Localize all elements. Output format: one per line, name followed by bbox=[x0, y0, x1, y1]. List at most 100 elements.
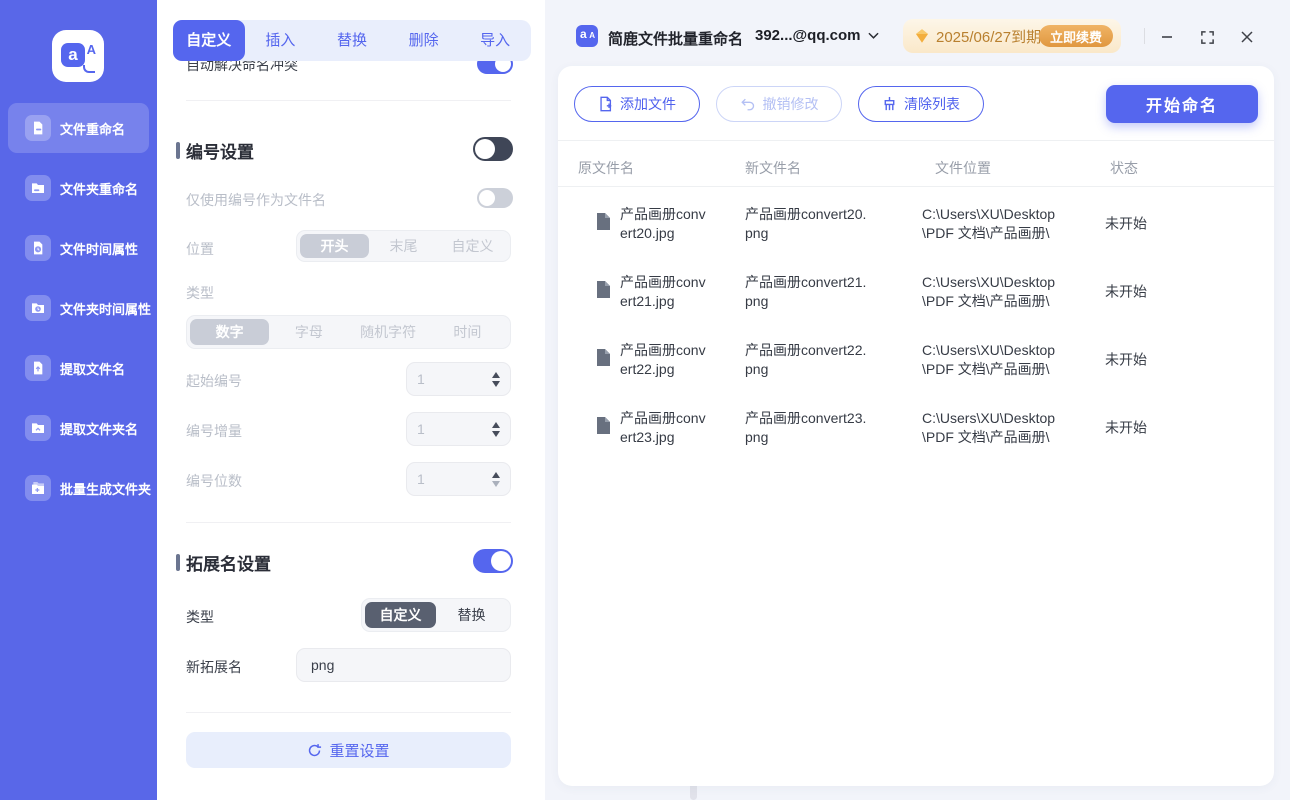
maximize-button[interactable] bbox=[1197, 27, 1217, 47]
sidebar-item-extract-filename[interactable]: 提取文件名 bbox=[8, 343, 149, 393]
titlebar: aA 简鹿文件批量重命名 392...@qq.com 2025/06/27到期 … bbox=[545, 0, 1290, 66]
clear-list-icon bbox=[884, 96, 895, 111]
position-label: 位置 bbox=[186, 241, 214, 257]
titlebar-app-icon: aA bbox=[576, 25, 598, 47]
header-file-location: 文件位置 bbox=[935, 160, 991, 176]
extract-filename-icon bbox=[25, 355, 51, 381]
add-files-label: 添加文件 bbox=[620, 96, 676, 112]
extension-toggle[interactable] bbox=[473, 549, 513, 573]
reset-icon bbox=[309, 743, 322, 756]
original-filename: 产品画册conv ert23.jpg bbox=[620, 410, 706, 445]
table-row[interactable]: 产品画册conv ert21.jpg 产品画册convert21. png C:… bbox=[558, 258, 1274, 326]
file-location: C:\Users\XU\Desktop \PDF 文档\产品画册\ bbox=[922, 410, 1056, 445]
app-title: 简鹿文件批量重命名 bbox=[608, 31, 744, 48]
chevron-down-icon bbox=[867, 32, 879, 39]
ext-option-replace[interactable]: 替换 bbox=[436, 602, 507, 628]
status-text: 未开始 bbox=[1105, 419, 1147, 436]
batch-create-folder-icon bbox=[25, 475, 51, 501]
status-text: 未开始 bbox=[1105, 215, 1147, 232]
header-original-filename: 原文件名 bbox=[578, 160, 634, 176]
tab-delete[interactable]: 删除 bbox=[388, 20, 460, 61]
original-filename: 产品画册conv ert20.jpg bbox=[620, 206, 706, 241]
table-row[interactable]: 产品画册conv ert23.jpg 产品画册convert23. png C:… bbox=[558, 394, 1274, 462]
sidebar-item-batch-create-folder[interactable]: 批量生成文件夹 bbox=[8, 463, 152, 513]
stepper-arrows-icon[interactable] bbox=[492, 471, 500, 487]
tab-insert[interactable]: 插入 bbox=[245, 20, 317, 61]
minimize-button[interactable] bbox=[1157, 27, 1177, 47]
original-filename: 产品画册conv ert22.jpg bbox=[620, 342, 706, 377]
minimize-icon bbox=[1162, 36, 1172, 38]
new-extension-input[interactable] bbox=[297, 649, 510, 681]
divider bbox=[186, 100, 511, 101]
settings-panel: 自定义 插入 替换 删除 导入 自动解决命名冲突 编号设置 仅使用编号作为文件名… bbox=[157, 0, 697, 800]
table-row[interactable]: 产品画册conv ert20.jpg 产品画册convert20. png C:… bbox=[558, 190, 1274, 258]
increment-input[interactable] bbox=[417, 421, 477, 437]
sidebar-item-folder-rename[interactable]: 文件夹重命名 bbox=[8, 163, 149, 213]
auto-conflict-toggle[interactable] bbox=[477, 61, 513, 74]
digits-input[interactable] bbox=[417, 471, 477, 487]
numbering-section-title: 编号设置 bbox=[186, 143, 254, 162]
clear-list-button[interactable]: 清除列表 bbox=[858, 86, 984, 122]
position-option-custom[interactable]: 自定义 bbox=[438, 234, 507, 258]
sidebar-item-file-rename[interactable]: 文件重命名 bbox=[8, 103, 149, 153]
renew-button[interactable]: 立即续费 bbox=[1038, 25, 1113, 47]
file-icon bbox=[596, 281, 610, 303]
position-option-start[interactable]: 开头 bbox=[300, 234, 369, 258]
ext-option-custom[interactable]: 自定义 bbox=[365, 602, 436, 628]
only-number-label: 仅使用编号作为文件名 bbox=[186, 192, 326, 208]
number-type-segmented-control: 数字 字母 随机字符 时间 bbox=[186, 315, 511, 349]
original-filename: 产品画册conv ert21.jpg bbox=[620, 274, 706, 309]
sidebar-item-file-time[interactable]: 文件时间属性 bbox=[8, 223, 149, 273]
stepper-arrows-icon[interactable] bbox=[492, 421, 500, 437]
expiry-label: 2025/06/27到期 bbox=[936, 28, 1042, 46]
titlebar-divider bbox=[1144, 28, 1145, 44]
type-option-time[interactable]: 时间 bbox=[428, 319, 507, 345]
settings-tabs: 自定义 插入 替换 删除 导入 bbox=[173, 20, 531, 61]
position-option-end[interactable]: 末尾 bbox=[369, 234, 438, 258]
account-label: 392...@qq.com bbox=[755, 27, 861, 44]
account-dropdown[interactable]: 392...@qq.com bbox=[755, 27, 879, 44]
file-icon bbox=[596, 213, 610, 235]
digits-stepper bbox=[406, 462, 511, 496]
type-option-number[interactable]: 数字 bbox=[190, 319, 270, 345]
file-icon bbox=[596, 417, 610, 439]
start-number-label: 起始编号 bbox=[186, 373, 242, 389]
sidebar-item-label: 文件时间属性 bbox=[60, 241, 139, 257]
only-number-toggle[interactable] bbox=[477, 188, 513, 208]
close-button[interactable] bbox=[1237, 27, 1257, 47]
position-segmented-control: 开头 末尾 自定义 bbox=[296, 230, 511, 262]
new-extension-field-wrap bbox=[296, 648, 511, 682]
sidebar-item-label: 批量生成文件夹 bbox=[60, 481, 152, 497]
folder-rename-icon bbox=[25, 175, 51, 201]
app-logo: a A bbox=[52, 30, 104, 82]
increment-label: 编号增量 bbox=[186, 423, 242, 439]
logo-A-mark: A bbox=[86, 42, 96, 57]
license-badge: 2025/06/27到期 立即续费 bbox=[903, 19, 1121, 53]
sidebar-item-folder-time[interactable]: 文件夹时间属性 bbox=[8, 283, 151, 333]
undo-button[interactable]: 撤销修改 bbox=[716, 86, 842, 122]
divider bbox=[186, 522, 511, 523]
add-files-button[interactable]: 添加文件 bbox=[574, 86, 700, 122]
sidebar: a A 文件重命名 文件夹重命名 文件时间属性 文件夹时间属性 提取文件名 提取… bbox=[0, 0, 157, 800]
stepper-arrows-icon[interactable] bbox=[492, 371, 500, 387]
divider bbox=[186, 712, 511, 713]
numbering-toggle[interactable] bbox=[473, 137, 513, 161]
close-icon bbox=[1241, 31, 1253, 43]
start-number-stepper bbox=[406, 362, 511, 396]
file-rename-icon bbox=[25, 115, 51, 141]
start-number-input[interactable] bbox=[417, 371, 477, 387]
sidebar-item-extract-foldername[interactable]: 提取文件夹名 bbox=[8, 403, 149, 453]
folder-time-icon bbox=[25, 295, 51, 321]
header-status: 状态 bbox=[1110, 160, 1138, 176]
start-rename-button[interactable]: 开始命名 bbox=[1106, 85, 1258, 123]
type-option-random[interactable]: 随机字符 bbox=[349, 319, 428, 345]
reset-settings-button[interactable]: 重置设置 bbox=[186, 732, 511, 768]
section-accent-bar bbox=[176, 554, 180, 571]
tab-replace[interactable]: 替换 bbox=[316, 20, 388, 61]
tab-custom[interactable]: 自定义 bbox=[173, 20, 245, 61]
undo-icon bbox=[740, 98, 754, 110]
table-row[interactable]: 产品画册conv ert22.jpg 产品画册convert22. png C:… bbox=[558, 326, 1274, 394]
reset-settings-label: 重置设置 bbox=[329, 742, 390, 760]
type-option-letter[interactable]: 字母 bbox=[269, 319, 348, 345]
tab-import[interactable]: 导入 bbox=[459, 20, 531, 61]
